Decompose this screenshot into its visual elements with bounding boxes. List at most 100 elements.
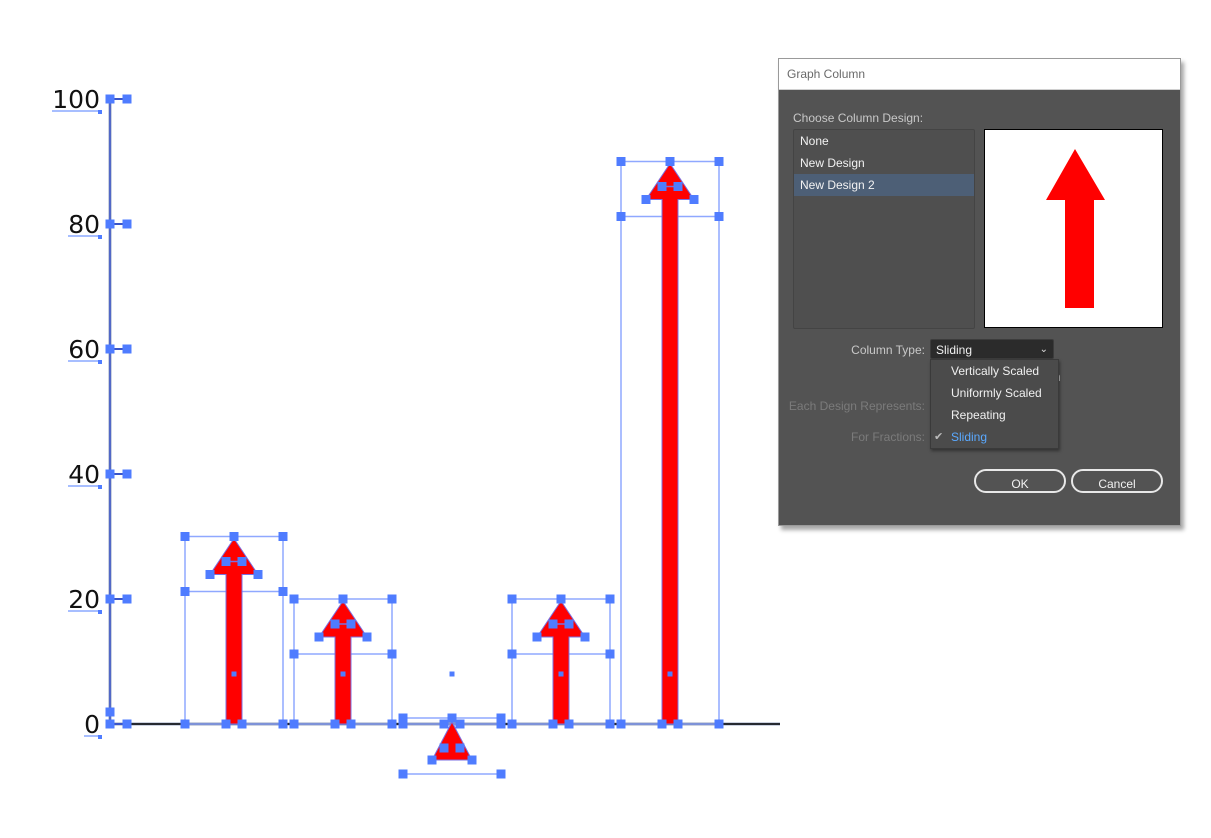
selection-handle bbox=[657, 182, 667, 191]
option-label: Vertically Scaled bbox=[951, 364, 1040, 378]
design-preview bbox=[984, 129, 1163, 328]
option-vertically-scaled[interactable]: Vertically Scaled bbox=[931, 360, 1058, 382]
graph-column-dialog: Graph Column Choose Column Design: None … bbox=[778, 58, 1181, 526]
selection-handle bbox=[314, 632, 324, 642]
selection-handle bbox=[387, 594, 397, 604]
design-item-new-design-2[interactable]: New Design 2 bbox=[794, 174, 974, 196]
selection-handle bbox=[673, 182, 683, 191]
selection-handle bbox=[98, 735, 102, 739]
selection-handle bbox=[605, 649, 615, 659]
columns bbox=[180, 157, 724, 779]
selection-handle bbox=[122, 719, 132, 729]
selection-handle bbox=[714, 157, 724, 166]
selection-handle bbox=[98, 360, 102, 364]
selection-handle bbox=[616, 719, 626, 729]
column-type-value: Sliding bbox=[936, 343, 973, 357]
option-sliding[interactable]: ✔ Sliding bbox=[931, 426, 1058, 448]
column-design-list[interactable]: None New Design New Design 2 bbox=[793, 129, 975, 329]
selection-handle bbox=[105, 94, 115, 104]
y-tick-label: 40 bbox=[68, 460, 100, 489]
y-tick-label: 80 bbox=[68, 210, 100, 239]
selection-handle bbox=[205, 570, 215, 579]
selection-handle bbox=[496, 719, 506, 729]
selection-handle bbox=[467, 755, 477, 765]
selection-handle bbox=[398, 769, 408, 779]
selection-handle bbox=[532, 632, 542, 642]
column-type-select[interactable]: Sliding ⌄ bbox=[930, 339, 1054, 359]
selection-handle bbox=[507, 649, 517, 659]
design-item-new-design[interactable]: New Design bbox=[794, 152, 974, 174]
column-type-label: Column Type: bbox=[851, 343, 925, 357]
selection-handle bbox=[714, 719, 724, 729]
selection-handle bbox=[447, 713, 457, 723]
selection-handle bbox=[665, 157, 675, 166]
option-uniformly-scaled[interactable]: Uniformly Scaled bbox=[931, 382, 1058, 404]
selection-handle bbox=[427, 755, 437, 765]
selection-handle bbox=[556, 594, 566, 604]
selection-handle bbox=[605, 594, 615, 604]
selection-handle bbox=[289, 719, 299, 729]
checkmark-icon: ✔ bbox=[934, 431, 944, 443]
selection-handle bbox=[496, 769, 506, 779]
selection-handle bbox=[180, 587, 190, 596]
selection-handle bbox=[278, 719, 288, 729]
selection-handle bbox=[330, 719, 340, 729]
y-ticks: 0 20 40 60 80 100 bbox=[52, 85, 132, 739]
selection-handle bbox=[346, 719, 356, 729]
column-arrow bbox=[536, 600, 586, 725]
column-arrow bbox=[318, 600, 368, 725]
selection-handle bbox=[289, 649, 299, 659]
selection-handle bbox=[278, 532, 288, 541]
chevron-down-icon: ⌄ bbox=[1039, 344, 1048, 355]
cancel-button[interactable]: Cancel bbox=[1071, 469, 1163, 493]
selection-handle bbox=[616, 157, 626, 166]
dialog-title[interactable]: Graph Column bbox=[779, 59, 1180, 90]
graph-canvas[interactable]: 0 20 40 60 80 100 bbox=[0, 0, 780, 838]
y-tick-label: 20 bbox=[68, 585, 100, 614]
selection-handle bbox=[105, 344, 115, 354]
column-2 bbox=[289, 594, 397, 729]
selection-handle bbox=[387, 649, 397, 659]
column-4 bbox=[507, 594, 615, 729]
selection-handle bbox=[122, 94, 132, 104]
selection-handle bbox=[657, 719, 667, 729]
option-repeating[interactable]: Repeating bbox=[931, 404, 1058, 426]
selection-handle bbox=[641, 195, 651, 204]
selection-handle bbox=[98, 110, 102, 114]
column-arrow bbox=[645, 162, 695, 725]
selection-handle bbox=[122, 594, 132, 604]
selection-handle bbox=[605, 719, 615, 729]
ok-button[interactable]: OK bbox=[974, 469, 1066, 493]
selection-handle bbox=[689, 195, 699, 204]
y-tick-label: 0 bbox=[84, 710, 100, 739]
selection-handle bbox=[229, 532, 239, 541]
red-up-arrow-icon bbox=[1046, 149, 1105, 308]
column-1 bbox=[180, 532, 288, 729]
selection-handle bbox=[548, 619, 558, 629]
selection-handle bbox=[580, 632, 590, 642]
selection-handle bbox=[105, 469, 115, 479]
selection-handle bbox=[548, 719, 558, 729]
selection-handle bbox=[278, 587, 288, 596]
y-tick-label: 60 bbox=[68, 335, 100, 364]
selection-handle bbox=[439, 743, 449, 753]
selection-handle bbox=[253, 570, 263, 579]
column-type-dropdown[interactable]: Vertically Scaled Uniformly Scaled Repea… bbox=[930, 359, 1059, 449]
selection-handle bbox=[346, 619, 356, 629]
selection-handle bbox=[122, 219, 132, 229]
selection-handle bbox=[180, 532, 190, 541]
selection-handle bbox=[98, 235, 102, 239]
selection-handle bbox=[237, 719, 247, 729]
design-item-none[interactable]: None bbox=[794, 130, 974, 152]
selection-handle bbox=[667, 671, 673, 677]
selection-handle bbox=[105, 707, 115, 717]
selection-handle bbox=[558, 671, 564, 677]
selection-handle bbox=[564, 619, 574, 629]
selection-handle bbox=[231, 671, 237, 677]
selection-handle bbox=[122, 344, 132, 354]
selection-handle bbox=[180, 719, 190, 729]
selection-handle bbox=[455, 719, 465, 729]
selection-handle bbox=[616, 212, 626, 221]
selection-handle bbox=[673, 719, 683, 729]
choose-column-design-label: Choose Column Design: bbox=[793, 111, 924, 125]
